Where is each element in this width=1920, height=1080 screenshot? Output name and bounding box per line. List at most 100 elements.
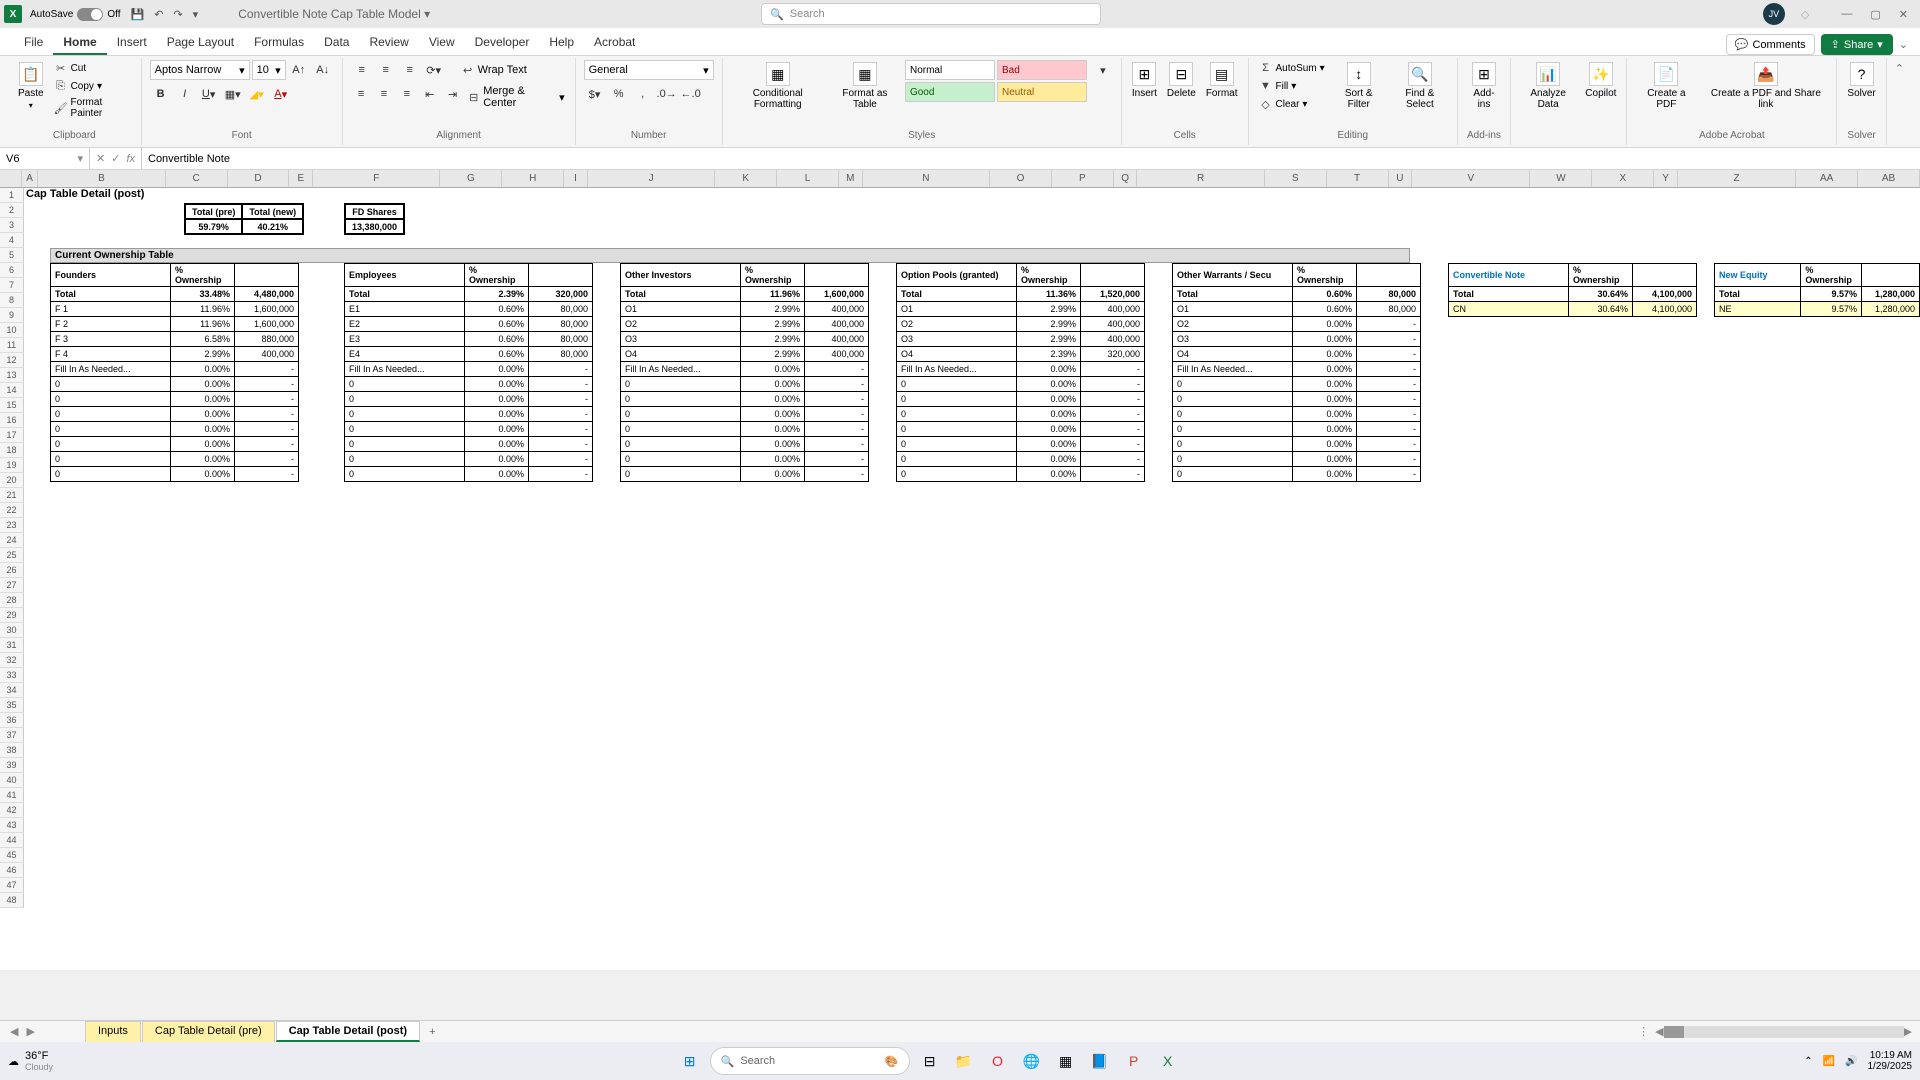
align-top-button[interactable]: ≡: [351, 60, 373, 80]
row-header-28[interactable]: 28: [0, 593, 24, 608]
row-header-35[interactable]: 35: [0, 698, 24, 713]
col-header-U[interactable]: U: [1389, 170, 1413, 187]
col-header-R[interactable]: R: [1137, 170, 1264, 187]
col-header-X[interactable]: X: [1592, 170, 1654, 187]
create-pdf-button[interactable]: 📄Create a PDF: [1635, 60, 1697, 112]
col-header-C[interactable]: C: [166, 170, 228, 187]
row-header-22[interactable]: 22: [0, 503, 24, 518]
col-header-Q[interactable]: Q: [1114, 170, 1138, 187]
align-bottom-button[interactable]: ≡: [399, 60, 421, 80]
sheet-tab-cap-table-detail-pre-[interactable]: Cap Table Detail (pre): [142, 1021, 275, 1042]
font-color-button[interactable]: A▾: [270, 84, 292, 104]
taskview-icon[interactable]: ⊟: [916, 1047, 944, 1075]
clock[interactable]: 10:19 AM 1/29/2025: [1868, 1050, 1913, 1072]
ribbon-tab-page-layout[interactable]: Page Layout: [157, 29, 244, 55]
row-header-21[interactable]: 21: [0, 488, 24, 503]
add-sheet-button[interactable]: +: [421, 1023, 443, 1041]
explorer-icon[interactable]: 📁: [950, 1047, 978, 1075]
row-header-8[interactable]: 8: [0, 293, 24, 308]
excel-taskbar-icon[interactable]: X: [1154, 1047, 1182, 1075]
copilot-button[interactable]: ✨Copilot: [1583, 60, 1618, 101]
style-neutral[interactable]: Neutral: [997, 82, 1087, 102]
orientation-button[interactable]: ⟳▾: [423, 60, 445, 80]
border-button[interactable]: ▦▾: [222, 84, 244, 104]
col-header-V[interactable]: V: [1412, 170, 1530, 187]
style-normal[interactable]: Normal: [905, 60, 995, 80]
comments-button[interactable]: 💬 Comments: [1726, 34, 1815, 55]
styles-more-button[interactable]: ▾: [1093, 60, 1113, 80]
hscroll-left-icon[interactable]: ◀: [1655, 1025, 1663, 1038]
clear-button[interactable]: ◇Clear ▾: [1257, 96, 1327, 112]
row-header-41[interactable]: 41: [0, 788, 24, 803]
row-header-34[interactable]: 34: [0, 683, 24, 698]
style-bad[interactable]: Bad: [997, 60, 1087, 80]
col-header-I[interactable]: I: [564, 170, 588, 187]
conditional-formatting-button[interactable]: ▦Conditional Formatting: [731, 60, 825, 112]
row-header-45[interactable]: 45: [0, 848, 24, 863]
col-header-W[interactable]: W: [1530, 170, 1592, 187]
taskbar-search[interactable]: 🔍Search🎨: [710, 1047, 910, 1075]
ribbon-tab-help[interactable]: Help: [539, 29, 584, 55]
solver-button[interactable]: ?Solver: [1845, 60, 1877, 101]
row-header-31[interactable]: 31: [0, 638, 24, 653]
ribbon-tab-formulas[interactable]: Formulas: [244, 29, 314, 55]
row-header-12[interactable]: 12: [0, 353, 24, 368]
sheet-tab-inputs[interactable]: Inputs: [85, 1021, 141, 1042]
document-title[interactable]: Convertible Note Cap Table Model ▾: [238, 7, 430, 21]
ribbon-tab-data[interactable]: Data: [314, 29, 359, 55]
row-headers[interactable]: 1234567891011121314151617181920212223242…: [0, 188, 24, 908]
row-header-25[interactable]: 25: [0, 548, 24, 563]
row-header-47[interactable]: 47: [0, 878, 24, 893]
chrome-icon[interactable]: 🌐: [1018, 1047, 1046, 1075]
row-header-13[interactable]: 13: [0, 368, 24, 383]
formula-input[interactable]: Convertible Note: [142, 153, 1920, 165]
increase-font-button[interactable]: A↑: [288, 60, 310, 80]
sheet-tab-cap-table-detail-post-[interactable]: Cap Table Detail (post): [276, 1021, 420, 1042]
row-header-29[interactable]: 29: [0, 608, 24, 623]
coming-soon-icon[interactable]: ◇: [1801, 8, 1809, 21]
app-icon[interactable]: ▦: [1052, 1047, 1080, 1075]
collapse-ribbon-button[interactable]: ⌃: [1887, 58, 1912, 145]
dec-decimal-button[interactable]: ←.0: [680, 84, 702, 104]
addins-button[interactable]: ⊞Add-ins: [1466, 60, 1502, 112]
col-header-F[interactable]: F: [313, 170, 440, 187]
wrap-text-button[interactable]: ↩Wrap Text: [459, 60, 529, 80]
cancel-formula-icon[interactable]: ✕: [96, 152, 105, 165]
row-header-7[interactable]: 7: [0, 278, 24, 293]
row-header-32[interactable]: 32: [0, 653, 24, 668]
ribbon-tab-review[interactable]: Review: [359, 29, 418, 55]
row-header-33[interactable]: 33: [0, 668, 24, 683]
redo-icon[interactable]: ↷: [173, 8, 182, 21]
row-header-16[interactable]: 16: [0, 413, 24, 428]
share-button[interactable]: ⇪ Share ▾: [1821, 34, 1893, 55]
hscroll-thumb[interactable]: [1664, 1026, 1684, 1038]
opera-icon[interactable]: O: [984, 1047, 1012, 1075]
grid-area[interactable]: ABCDEFGHIJKLMNOPQRSTUVWXYZAAAB 123456789…: [0, 170, 1920, 970]
merge-button[interactable]: ⊟Merge & Center ▾: [465, 84, 566, 110]
ribbon-tab-insert[interactable]: Insert: [107, 29, 157, 55]
number-format-select[interactable]: General▾: [584, 60, 714, 80]
fill-color-button[interactable]: ◢▾: [246, 84, 268, 104]
hscroll-right-icon[interactable]: ▶: [1904, 1025, 1912, 1038]
hscroll-options-icon[interactable]: ⋮: [1638, 1025, 1649, 1038]
paste-button[interactable]: 📋 Paste▾: [16, 60, 46, 112]
underline-button[interactable]: U▾: [198, 84, 220, 104]
row-header-48[interactable]: 48: [0, 893, 24, 908]
col-header-B[interactable]: B: [38, 170, 165, 187]
col-header-G[interactable]: G: [440, 170, 502, 187]
copy-button[interactable]: ⎘Copy ▾: [52, 78, 133, 94]
fill-button[interactable]: ▼Fill ▾: [1257, 78, 1327, 94]
row-header-30[interactable]: 30: [0, 623, 24, 638]
row-header-2[interactable]: 2: [0, 203, 24, 218]
sort-filter-button[interactable]: ↕Sort & Filter: [1333, 60, 1385, 112]
start-button[interactable]: ⊞: [676, 1047, 704, 1075]
ribbon-tab-developer[interactable]: Developer: [465, 29, 540, 55]
col-header-M[interactable]: M: [839, 170, 863, 187]
col-header-T[interactable]: T: [1327, 170, 1389, 187]
autosave-toggle[interactable]: AutoSave Off: [30, 8, 121, 21]
minimize-icon[interactable]: —: [1841, 8, 1852, 21]
row-header-23[interactable]: 23: [0, 518, 24, 533]
italic-button[interactable]: I: [174, 84, 196, 104]
row-header-9[interactable]: 9: [0, 308, 24, 323]
row-header-5[interactable]: 5: [0, 248, 24, 263]
